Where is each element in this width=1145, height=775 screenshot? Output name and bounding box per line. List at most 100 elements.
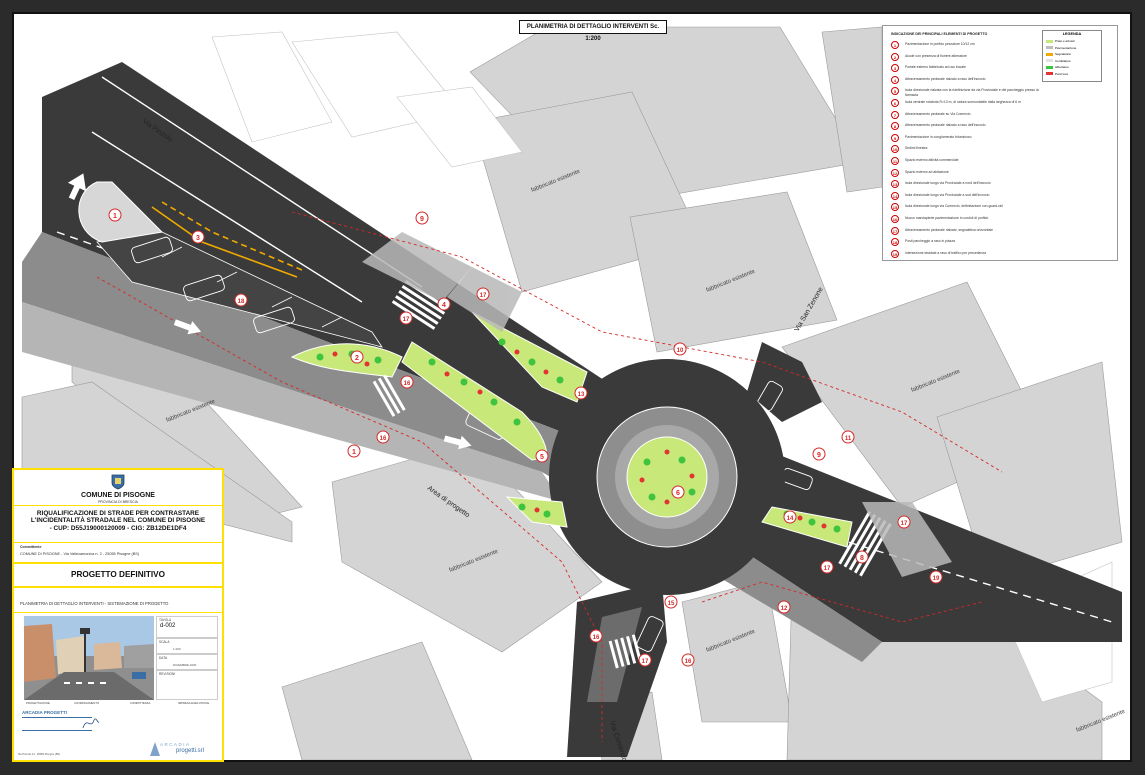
key-row: Segnaletica xyxy=(1046,52,1100,57)
site-photo xyxy=(24,616,154,700)
key-label: Alberature xyxy=(1055,65,1069,69)
svg-text:18: 18 xyxy=(238,299,245,305)
svg-text:11: 11 xyxy=(845,436,852,442)
svg-text:5: 5 xyxy=(540,454,544,461)
marker-4: 4 xyxy=(437,297,451,311)
svg-text:2: 2 xyxy=(355,355,359,362)
legend-item-text: Attraversamento pedonale rialzato a raso… xyxy=(905,123,986,128)
svg-text:17: 17 xyxy=(824,566,831,572)
legend-item-text: Attraversamento pedonale rialzato, segna… xyxy=(905,227,994,232)
svg-text:4: 4 xyxy=(442,302,446,309)
title-block: COMUNE DI PISOGNE PROVINCIA DI BRESCIA R… xyxy=(12,468,224,762)
legend-item: 13 Isola direzionale lungo via Provincial… xyxy=(891,180,1041,190)
project-phase: PROGETTO DEFINITIVO xyxy=(70,570,165,579)
svg-text:9: 9 xyxy=(817,452,821,459)
province-name: PROVINCIA DI BRESCIA xyxy=(98,500,138,504)
marker-17a: 17 xyxy=(399,311,413,325)
marker-15: 15 xyxy=(664,595,678,609)
scale-value: 1:200 xyxy=(173,647,181,651)
legend-item-number: 15 xyxy=(891,203,899,212)
client-label: Committente xyxy=(20,545,42,549)
svg-text:10: 10 xyxy=(677,348,684,354)
marker-16b: 16 xyxy=(376,430,390,444)
drawing-sheet: Via Pinzolo Via San Zenone Via Comercio … xyxy=(0,0,1145,775)
key-swatch xyxy=(1046,52,1053,56)
coat-of-arms-icon xyxy=(111,474,125,490)
legend-item-number: 7 xyxy=(891,110,899,119)
legend-item-number: 3 xyxy=(891,64,899,73)
legend-item-text: Sedimi finestra xyxy=(905,146,928,151)
marker-8: 8 xyxy=(855,550,869,564)
legend-item-number: 19 xyxy=(891,249,899,258)
marker-14: 14 xyxy=(783,510,797,524)
legend-item: 15 Isola direzionale lungo via Comercio, … xyxy=(891,203,1041,213)
svg-text:16: 16 xyxy=(593,635,600,641)
marker-1a: 1 xyxy=(108,208,122,222)
date-cell: DATA DICEMBRE 2020 xyxy=(156,654,218,670)
legend-item-number: 1 xyxy=(891,41,899,49)
sheet-cell: TAVOLA d-002 xyxy=(156,616,218,638)
legend-item-number: 10 xyxy=(891,145,899,154)
legend-item-text: Aiuole con presenza di fioriere alberatu… xyxy=(905,53,967,58)
legend-item-text: Pavimentazione in conglomerato bituminos… xyxy=(905,134,972,139)
legend-item-number: 12 xyxy=(891,168,899,177)
legend-item: 11 Spazio esterno attività commerciale xyxy=(891,157,1041,167)
svg-text:17: 17 xyxy=(901,521,908,527)
svg-text:19: 19 xyxy=(933,576,940,582)
svg-text:14: 14 xyxy=(787,516,794,522)
brand-mark-icon xyxy=(150,742,160,756)
drawing-subtitle: PLANIMETRIA DI DETTAGLIO INTERVENTI - SI… xyxy=(20,601,169,606)
legend-item-number: 14 xyxy=(891,191,899,200)
legend-item: 14 Isola direzionale lungo via Provincial… xyxy=(891,191,1041,202)
legend-heading: INDICAZIONE DEI PRINCIPALI ELEMENTI DI P… xyxy=(891,32,988,36)
role-coordination: COORDINAMENTO xyxy=(74,701,100,705)
scale-cell: SCALA 1:200 xyxy=(156,638,218,654)
legend-item: 18 Posti parcheggio a raso in piazza xyxy=(891,238,1041,248)
legend-item-text: Posti parcheggio a raso in piazza xyxy=(905,239,955,244)
role-design: PROGETTAZIONE xyxy=(26,701,50,705)
legend-item-text: Isola direzionale rialzata con la ridefi… xyxy=(905,88,1039,97)
marker-19: 19 xyxy=(929,570,943,584)
svg-text:17: 17 xyxy=(480,293,487,299)
legend-item-text: Isola centrale rotatoria R=13 m, di natu… xyxy=(905,100,1021,104)
legend-item-number: 17 xyxy=(891,226,899,235)
marker-18: 18 xyxy=(234,293,248,307)
marker-6: 6 xyxy=(671,485,685,499)
client-name: COMUNE DI PISOGNE - Via Vallecamonica n.… xyxy=(20,552,140,556)
legend-item-number: 6 xyxy=(891,99,899,107)
footer-address: Via Pinzolo 24 - 25055 Pisogne (BS) xyxy=(18,753,61,756)
marker-17d: 17 xyxy=(820,560,834,574)
marker-11: 11 xyxy=(841,430,855,444)
svg-text:12: 12 xyxy=(781,606,788,612)
marker-16a: 16 xyxy=(400,375,414,389)
svg-text:17: 17 xyxy=(403,317,410,323)
legend-item-number: 16 xyxy=(891,215,899,223)
municipality-name: COMUNE DI PISOGNE xyxy=(81,492,155,499)
marker-5: 5 xyxy=(535,449,549,463)
key-label: Punti luce xyxy=(1055,71,1069,76)
key-swatch xyxy=(1046,72,1053,76)
marker-17c: 17 xyxy=(897,515,911,529)
legend-item: 8 Attraversamento pedonale rialzato a ras… xyxy=(891,122,1041,132)
drawing-title: PLANIMETRIA DI DETTAGLIO INTERVENTI Sc. … xyxy=(519,20,667,42)
marker-2: 2 xyxy=(350,350,364,364)
svg-text:3: 3 xyxy=(196,235,200,242)
revision-cell: REVISIONI xyxy=(156,670,218,700)
legend-item-text: Isola direzionale lungo via Comercio, de… xyxy=(905,204,1003,209)
marker-17e: 17 xyxy=(638,653,652,667)
marker-1b: 1 xyxy=(347,444,361,458)
signature-icon xyxy=(82,718,100,729)
legend-item-number: 5 xyxy=(891,87,899,96)
legend-item: 7 Attraversamento pedonale su Via Comerci… xyxy=(891,110,1041,121)
sheet-number: d-002 xyxy=(160,623,176,629)
legend-item: 5 Isola direzionale rialzata con la ridef… xyxy=(891,87,1041,97)
legend-item: 16 Nuovo marciapiede pavimentazione in co… xyxy=(891,215,1041,225)
legend-item: 4 Attraversamento pedonale rialzato a ras… xyxy=(891,75,1041,86)
svg-text:6: 6 xyxy=(676,490,680,497)
legend-item: 12 Spazio esterno ad abitazione xyxy=(891,168,1041,179)
key-label: Pavimentazione xyxy=(1055,45,1077,50)
legend-item-text: Isola direzionale lungo via Provinciale … xyxy=(905,181,991,186)
svg-text:16: 16 xyxy=(404,381,411,387)
roles-row: PROGETTAZIONE COORDINAMENTO COMMITTENZA … xyxy=(18,701,218,709)
svg-text:15: 15 xyxy=(668,601,675,607)
